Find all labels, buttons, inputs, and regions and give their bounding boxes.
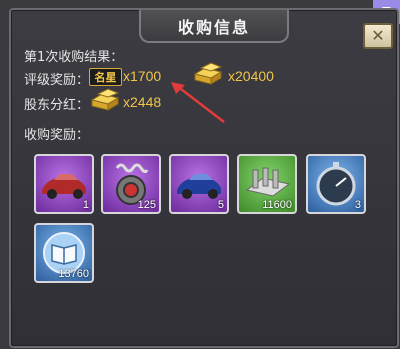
- reward-item-blue-car[interactable]: 5: [169, 154, 229, 214]
- acquisition-rewards-label: 收购奖励：: [24, 128, 90, 143]
- item-quantity: 3: [354, 199, 361, 211]
- star-badge-icon: 名星: [89, 68, 122, 86]
- reward-item-spring-gear[interactable]: 125: [101, 154, 161, 214]
- reward-item-book[interactable]: 13760: [34, 223, 94, 283]
- red-arrow-annotation: [171, 82, 225, 123]
- item-quantity: 13760: [58, 268, 89, 280]
- close-button[interactable]: ✕: [363, 23, 393, 49]
- item-quantity: 5: [217, 199, 224, 211]
- close-icon: ✕: [371, 26, 385, 45]
- item-quantity: 1: [82, 199, 89, 211]
- dividend-label: 股东分红：: [24, 98, 90, 113]
- dividend-gold-value: x2448: [123, 94, 162, 110]
- reward-item-sports-car[interactable]: 1: [34, 154, 94, 214]
- reward-item-stopwatch[interactable]: 3: [306, 154, 366, 214]
- rating-reward-label: 评级奖励：: [24, 73, 90, 88]
- rating-star-value: x1700: [123, 68, 162, 84]
- acquisition-result-heading: 第1次收购结果：: [24, 50, 124, 65]
- gold-bars-icon: [90, 88, 120, 111]
- item-quantity: 11600: [262, 199, 292, 211]
- dialog-title: 收购信息: [139, 10, 289, 43]
- rating-gold-value: x20400: [228, 68, 274, 84]
- reward-item-metal-part[interactable]: 11600: [237, 154, 297, 214]
- item-quantity: 125: [137, 199, 156, 211]
